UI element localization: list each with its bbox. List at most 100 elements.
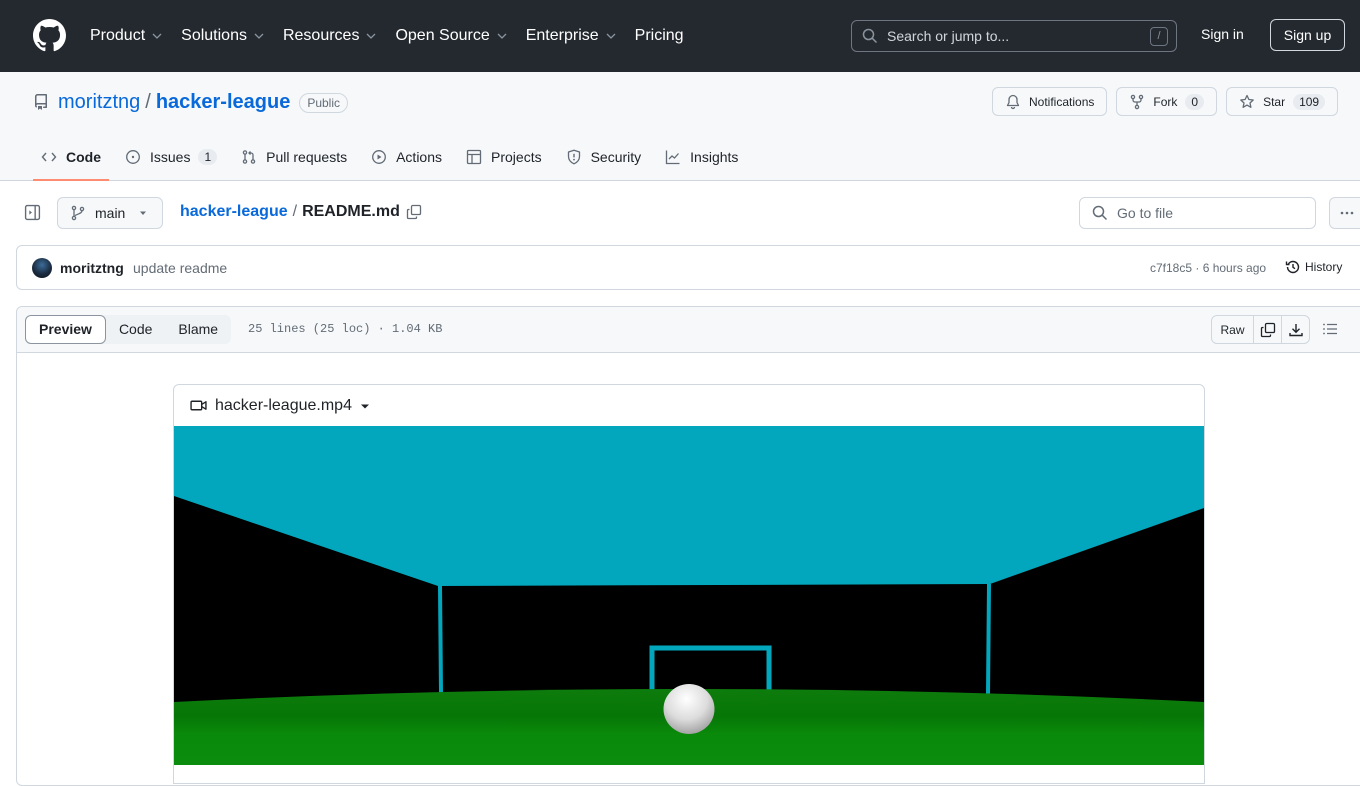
repo-header: moritztng / hacker-league Public Notific… bbox=[0, 72, 1360, 181]
caret-down-icon bbox=[140, 211, 147, 215]
graph-icon bbox=[666, 150, 680, 165]
nav-open-source[interactable]: Open Source bbox=[395, 27, 507, 45]
tab-label: Insights bbox=[690, 149, 739, 165]
visibility-badge: Public bbox=[299, 92, 349, 113]
raw-button[interactable]: Raw bbox=[1212, 316, 1253, 343]
chevron-down-icon bbox=[254, 33, 264, 39]
commit-author-link[interactable]: moritztng bbox=[60, 260, 124, 276]
fork-button[interactable]: Fork 0 bbox=[1116, 87, 1218, 116]
tab-projects[interactable]: Projects bbox=[458, 134, 550, 180]
nav-resources[interactable]: Resources bbox=[283, 27, 377, 45]
repo-separator: / bbox=[145, 91, 151, 113]
notifications-label: Notifications bbox=[1029, 94, 1095, 109]
video-filename: hacker-league.mp4 bbox=[215, 396, 352, 414]
caret-down-icon bbox=[360, 404, 369, 408]
star-button[interactable]: Star 109 bbox=[1226, 87, 1339, 116]
nav-label: Resources bbox=[282, 27, 360, 44]
nav-label: Enterprise bbox=[525, 27, 599, 44]
nav-product[interactable]: Product bbox=[90, 27, 163, 45]
search-icon bbox=[862, 28, 878, 44]
nav-label: Product bbox=[90, 27, 146, 44]
tab-security[interactable]: Security bbox=[558, 134, 650, 180]
nav-enterprise[interactable]: Enterprise bbox=[526, 27, 617, 45]
star-label: Star bbox=[1263, 94, 1286, 109]
nav-label: Pricing bbox=[634, 27, 684, 44]
history-button[interactable]: History bbox=[1285, 259, 1342, 275]
repo-title: moritztng / hacker-league Public bbox=[58, 91, 349, 114]
copy-raw-button[interactable] bbox=[1253, 316, 1281, 343]
copy-icon bbox=[1260, 322, 1275, 337]
file-info: 25 lines (25 loc) · 1.04 KB bbox=[248, 322, 443, 336]
latest-commit-bar: moritztng update readme c7f18c5 · 6 hour… bbox=[16, 245, 1360, 290]
nav-solutions[interactable]: Solutions bbox=[181, 27, 265, 45]
view-mode-switch: Preview Code Blame bbox=[25, 315, 232, 344]
arena-back-wall bbox=[438, 584, 990, 696]
file-header: Preview Code Blame 25 lines (25 loc) · 1… bbox=[17, 307, 1360, 353]
branch-name: main bbox=[95, 205, 126, 221]
fork-icon bbox=[1131, 94, 1144, 109]
breadcrumb-file-name: README.md bbox=[302, 203, 400, 220]
copy-path-icon[interactable] bbox=[406, 204, 422, 220]
download-icon bbox=[1288, 323, 1303, 336]
search-icon bbox=[1092, 205, 1108, 221]
video-embed: hacker-league.mp4 bbox=[173, 384, 1205, 784]
global-nav: Product Solutions Resources Open Source … bbox=[90, 0, 702, 72]
video-player[interactable] bbox=[174, 426, 1204, 765]
arena-right-post bbox=[986, 583, 991, 695]
branch-icon bbox=[71, 205, 85, 221]
nav-pricing[interactable]: Pricing bbox=[635, 27, 684, 45]
branch-selector[interactable]: main bbox=[57, 197, 163, 229]
author-avatar[interactable] bbox=[32, 258, 52, 278]
fork-count: 0 bbox=[1185, 93, 1205, 110]
video-title-dropdown[interactable]: hacker-league.mp4 bbox=[174, 385, 1204, 426]
repo-tabs: Code Issues 1 Pull requests Actions Proj… bbox=[33, 134, 754, 181]
global-search-input[interactable]: Search or jump to... / bbox=[851, 20, 1177, 52]
chevron-down-icon bbox=[606, 33, 616, 39]
bell-icon bbox=[1006, 94, 1020, 109]
star-icon bbox=[1240, 94, 1254, 108]
breadcrumb-separator: / bbox=[292, 203, 298, 220]
go-to-file-input[interactable]: Go to file bbox=[1079, 197, 1316, 229]
issue-icon bbox=[126, 150, 140, 164]
sidebar-expand-icon[interactable] bbox=[24, 204, 41, 221]
arena-left-post bbox=[438, 585, 443, 695]
history-icon bbox=[1285, 260, 1300, 274]
repo-name-link[interactable]: hacker-league bbox=[156, 91, 291, 114]
chevron-down-icon bbox=[152, 33, 162, 39]
sign-in-link[interactable]: Sign in bbox=[1201, 26, 1244, 42]
history-label: History bbox=[1305, 260, 1343, 274]
tab-label: Pull requests bbox=[266, 149, 348, 165]
github-logo-icon[interactable] bbox=[33, 19, 66, 52]
download-button[interactable] bbox=[1281, 316, 1309, 343]
tab-pull-requests[interactable]: Pull requests bbox=[233, 134, 355, 180]
tab-actions[interactable]: Actions bbox=[363, 134, 450, 180]
repo-owner-link[interactable]: moritztng bbox=[58, 91, 140, 114]
breadcrumb-repo-link[interactable]: hacker-league bbox=[180, 203, 288, 221]
chevron-down-icon bbox=[366, 33, 376, 39]
nav-label: Solutions bbox=[181, 27, 247, 44]
star-count: 109 bbox=[1293, 93, 1326, 110]
global-header: Product Solutions Resources Open Source … bbox=[0, 0, 1360, 72]
table-icon bbox=[466, 149, 482, 165]
blame-mode-button[interactable]: Blame bbox=[165, 315, 231, 344]
issues-count: 1 bbox=[198, 149, 218, 165]
code-mode-button[interactable]: Code bbox=[106, 315, 165, 344]
notifications-button[interactable]: Notifications bbox=[992, 87, 1108, 116]
tab-issues[interactable]: Issues 1 bbox=[117, 134, 225, 180]
tab-code[interactable]: Code bbox=[33, 134, 109, 181]
search-placeholder: Search or jump to... bbox=[887, 28, 1010, 44]
go-to-file-placeholder: Go to file bbox=[1117, 205, 1174, 221]
fork-label: Fork bbox=[1153, 94, 1178, 109]
preview-mode-button[interactable]: Preview bbox=[25, 315, 106, 344]
tab-label: Security bbox=[590, 149, 642, 165]
outline-list-icon[interactable] bbox=[1322, 321, 1338, 337]
file-actions: Raw bbox=[1211, 315, 1310, 344]
commit-sha-time[interactable]: c7f18c5 · 6 hours ago bbox=[1150, 261, 1266, 275]
commit-message-link[interactable]: update readme bbox=[133, 260, 227, 276]
more-options-button[interactable] bbox=[1329, 197, 1360, 229]
repo-icon bbox=[35, 94, 47, 110]
repo-actions: Notifications Fork 0 Star 109 bbox=[992, 87, 1347, 116]
tab-insights[interactable]: Insights bbox=[657, 134, 746, 180]
nav-label: Open Source bbox=[395, 27, 490, 44]
sign-up-button[interactable]: Sign up bbox=[1270, 19, 1345, 51]
